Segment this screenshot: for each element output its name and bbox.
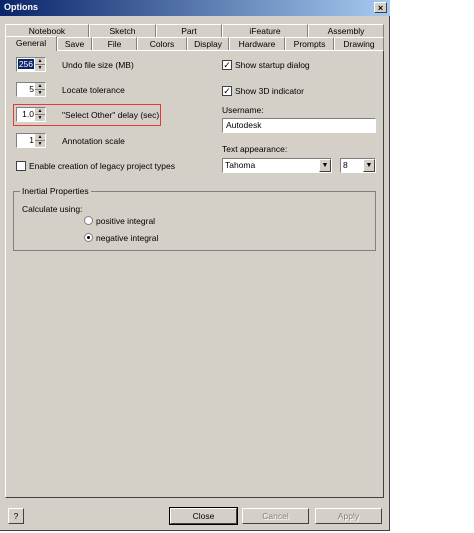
show-3d-indicator-label: Show 3D indicator — [235, 86, 304, 96]
negative-integral-radio[interactable] — [84, 233, 93, 242]
tab-general[interactable]: General — [5, 36, 57, 51]
tab-colors[interactable]: Colors — [137, 37, 187, 50]
options-dialog: Options × Notebook Sketch Part iFeature … — [0, 0, 390, 531]
show-startup-label: Show startup dialog — [235, 60, 310, 70]
inertial-properties-title: Inertial Properties — [20, 186, 91, 196]
annotation-scale-label: Annotation scale — [62, 136, 125, 146]
tab-hardware[interactable]: Hardware — [229, 37, 285, 50]
font-size-select[interactable]: 8 ▼ — [340, 158, 376, 173]
spin-arrows-icon[interactable]: ▲ ▼ — [35, 58, 45, 71]
tab-file[interactable]: File — [92, 37, 137, 50]
tab-ifeature[interactable]: iFeature — [222, 24, 308, 37]
apply-button[interactable]: Apply — [315, 508, 382, 524]
tab-display[interactable]: Display — [187, 37, 229, 50]
select-other-delay-spinner[interactable]: 1.0 ▲ ▼ — [16, 107, 46, 122]
undo-size-spinner[interactable]: 256 ▲ ▼ — [16, 57, 46, 72]
font-size-value: 8 — [343, 160, 348, 170]
text-appearance-label: Text appearance: — [222, 144, 288, 154]
close-button[interactable]: Close — [169, 507, 238, 525]
positive-integral-label: positive integral — [96, 216, 156, 226]
window-title: Options — [4, 2, 38, 12]
tab-part[interactable]: Part — [156, 24, 222, 37]
annotation-scale-spinner[interactable]: 1 ▲ ▼ — [16, 133, 46, 148]
chevron-down-icon[interactable]: ▼ — [319, 159, 331, 172]
locate-tolerance-value: 5 — [29, 84, 34, 94]
select-other-delay-value: 1.0 — [22, 109, 34, 119]
show-startup-checkbox[interactable]: ✓ — [222, 60, 232, 70]
chevron-down-icon[interactable]: ▼ — [363, 159, 375, 172]
username-field[interactable]: Autodesk — [222, 118, 376, 133]
tab-drawing[interactable]: Drawing — [334, 37, 384, 50]
negative-integral-label: negative integral — [96, 233, 159, 243]
close-window-button[interactable]: × — [374, 2, 387, 13]
tab-sketch[interactable]: Sketch — [89, 24, 156, 37]
font-select[interactable]: Tahoma ▼ — [222, 158, 332, 173]
annotation-scale-value: 1 — [29, 135, 34, 145]
calculate-using-label: Calculate using: — [22, 204, 83, 214]
legacy-projects-checkbox[interactable] — [16, 161, 26, 171]
spin-arrows-icon[interactable]: ▲ ▼ — [35, 134, 45, 147]
locate-tolerance-label: Locate tolerance — [62, 85, 125, 95]
help-icon: ? — [13, 511, 19, 521]
username-label: Username: — [222, 105, 264, 115]
font-select-value: Tahoma — [225, 160, 256, 170]
tab-save[interactable]: Save — [57, 37, 92, 50]
positive-integral-radio[interactable] — [84, 216, 93, 225]
spin-arrows-icon[interactable]: ▲ ▼ — [35, 83, 45, 96]
tab-prompts[interactable]: Prompts — [285, 37, 334, 50]
cancel-button[interactable]: Cancel — [242, 508, 309, 524]
locate-tolerance-spinner[interactable]: 5 ▲ ▼ — [16, 82, 46, 97]
legacy-projects-label: Enable creation of legacy project types — [29, 161, 176, 171]
show-3d-indicator-checkbox[interactable]: ✓ — [222, 86, 232, 96]
select-other-delay-label: "Select Other" delay (sec) — [62, 110, 160, 120]
undo-size-value: 256 — [17, 59, 34, 69]
title-bar[interactable]: Options × — [0, 0, 390, 16]
inertial-properties-group: Inertial Properties — [13, 186, 376, 251]
help-button[interactable]: ? — [8, 508, 24, 524]
tab-assembly[interactable]: Assembly — [308, 24, 384, 37]
undo-size-label: Undo file size (MB) — [62, 60, 134, 70]
spin-arrows-icon[interactable]: ▲ ▼ — [35, 108, 45, 121]
